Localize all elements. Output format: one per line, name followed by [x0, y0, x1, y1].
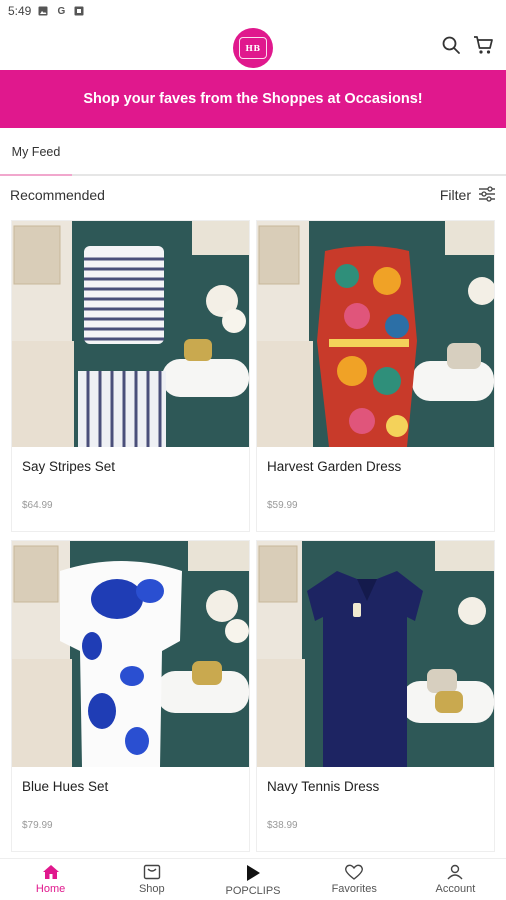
- promo-text: Shop your faves from the Shoppes at Occa…: [83, 91, 423, 107]
- nav-label: Favorites: [331, 883, 377, 895]
- product-price: $59.99: [267, 500, 298, 511]
- shop-icon: [143, 864, 161, 880]
- google-g-icon: G: [57, 5, 66, 17]
- nav-label: Home: [35, 883, 66, 895]
- home-icon: [42, 864, 60, 880]
- product-card[interactable]: Blue Hues Set $79.99: [11, 540, 250, 852]
- product-name[interactable]: Blue Hues Set: [22, 779, 108, 794]
- section-title: Recommended: [10, 187, 105, 203]
- product-name[interactable]: Harvest Garden Dress: [267, 459, 401, 474]
- nav-label: POPCLIPS: [225, 885, 281, 897]
- search-icon[interactable]: [440, 34, 462, 56]
- product-card[interactable]: Navy Tennis Dress $38.99: [256, 540, 495, 852]
- header-actions: [440, 34, 494, 56]
- product-name[interactable]: Navy Tennis Dress: [267, 779, 379, 794]
- product-card[interactable]: Say Stripes Set $64.99: [11, 220, 250, 532]
- nav-label: Account: [435, 883, 476, 895]
- product-image[interactable]: [12, 541, 249, 767]
- nav-item-popclips[interactable]: POPCLIPS: [202, 859, 303, 900]
- product-price: $79.99: [22, 820, 53, 831]
- bottom-nav: Home Shop POPCLIPS Favorites Account: [0, 858, 506, 900]
- product-image[interactable]: [257, 541, 494, 767]
- nav-item-shop[interactable]: Shop: [101, 859, 202, 900]
- filter-button[interactable]: Filter: [439, 185, 496, 205]
- feed-tabs: My Feed: [0, 128, 506, 176]
- cart-icon[interactable]: [472, 34, 494, 56]
- tab-my-feed[interactable]: My Feed: [0, 128, 72, 176]
- brand-logo-mark: HB: [239, 37, 267, 59]
- brand-logo[interactable]: HB: [233, 28, 273, 68]
- photo-icon: [37, 5, 49, 17]
- product-image[interactable]: [257, 221, 494, 447]
- app-header: HB: [0, 22, 506, 70]
- product-price: $38.99: [267, 820, 298, 831]
- person-icon: [446, 864, 464, 880]
- nav-item-home[interactable]: Home: [0, 859, 101, 900]
- play-icon: [244, 864, 262, 882]
- promo-banner[interactable]: Shop your faves from the Shoppes at Occa…: [0, 70, 506, 128]
- product-price: $64.99: [22, 500, 53, 511]
- nav-label: Shop: [138, 883, 165, 895]
- heart-icon: [344, 864, 364, 880]
- filter-sliders-icon: [478, 185, 496, 205]
- status-time: 5:49: [8, 4, 32, 18]
- feed-section-header: Recommended Filter: [0, 176, 506, 214]
- filter-label: Filter: [439, 187, 471, 203]
- status-bar: 5:49 G: [0, 0, 506, 22]
- product-name[interactable]: Say Stripes Set: [22, 459, 115, 474]
- app-square-icon: [73, 5, 85, 17]
- product-image[interactable]: [12, 221, 249, 447]
- nav-item-favorites[interactable]: Favorites: [304, 859, 405, 900]
- product-card[interactable]: Harvest Garden Dress $59.99: [256, 220, 495, 532]
- nav-item-account[interactable]: Account: [405, 859, 506, 900]
